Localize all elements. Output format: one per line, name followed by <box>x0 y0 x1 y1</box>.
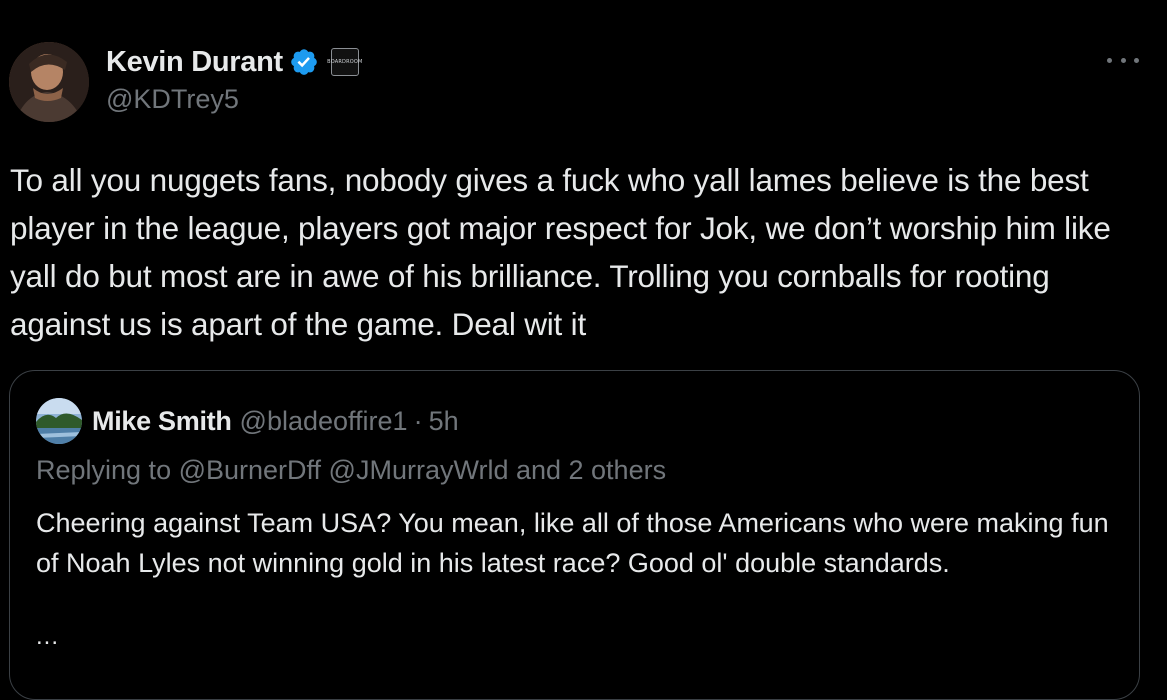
quoted-timestamp[interactable]: 5h <box>429 406 459 437</box>
more-options-icon[interactable] <box>1107 48 1139 72</box>
quoted-tweet[interactable]: Mike Smith @bladeoffire1 · 5h Replying t… <box>9 370 1140 700</box>
tweet: Kevin Durant BOARDROOM @KDTrey5 To all y… <box>0 0 1167 700</box>
affiliation-badge-text: BOARDROOM <box>327 59 363 65</box>
quoted-separator: · <box>413 405 423 436</box>
quoted-author-handle[interactable]: @bladeoffire1 <box>240 406 408 437</box>
affiliation-badge[interactable]: BOARDROOM <box>327 48 362 76</box>
quoted-tweet-header: Mike Smith @bladeoffire1 · 5h <box>36 398 459 444</box>
author-handle[interactable]: @KDTrey5 <box>106 84 359 115</box>
more-dot <box>1134 57 1139 63</box>
author-avatar[interactable] <box>9 42 89 122</box>
quoted-tweet-text: Cheering against Team USA? You mean, lik… <box>36 508 1109 578</box>
more-dot <box>1120 57 1126 63</box>
author-display-name[interactable]: Kevin Durant <box>106 46 283 79</box>
verified-badge-icon[interactable] <box>289 47 319 77</box>
author-info: Kevin Durant BOARDROOM @KDTrey5 <box>106 44 362 115</box>
author-name-row: Kevin Durant BOARDROOM <box>106 44 362 80</box>
quoted-tweet-ellipsis: ... <box>36 623 60 650</box>
tweet-text: To all you nuggets fans, nobody gives a … <box>10 162 1111 342</box>
quoted-author-name[interactable]: Mike Smith <box>92 406 232 437</box>
quoted-author-avatar[interactable] <box>36 398 82 444</box>
replying-to: Replying to @BurnerDff @JMurrayWrld and … <box>36 455 667 485</box>
more-dot <box>1107 57 1112 63</box>
